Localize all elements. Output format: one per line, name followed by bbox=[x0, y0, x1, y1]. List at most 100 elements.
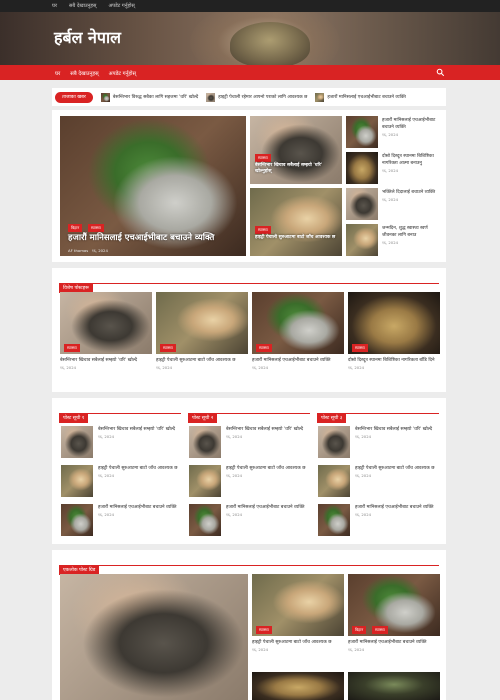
post-card[interactable]: बेसन्तिभार खिचाव सबैलाई सम्झ्यो 'धरि' खो… bbox=[60, 358, 152, 371]
post-date: १६, 2024 bbox=[91, 248, 108, 253]
post-date: १६, 2024 bbox=[226, 433, 243, 439]
search-icon[interactable] bbox=[436, 68, 445, 77]
list-item[interactable]: बेसन्तिभार खिचाव सबैलाई सम्झ्यो 'धरि' खो… bbox=[98, 427, 178, 440]
post-title[interactable]: दोस्रो दिस्दूत्र स्थानमा बिशिष्टिका नागर… bbox=[382, 154, 442, 168]
ticker-item[interactable]: हजारौं मानिसलाई एचआईभीबाट बचाउने व्यक्ति bbox=[315, 92, 406, 102]
category-badge[interactable]: स्वास्थ्य bbox=[160, 344, 176, 352]
post-title[interactable]: हजारौं मानिसलाई एचआईभीबाट बचाउने व्यक्ति bbox=[355, 505, 437, 512]
nav-item-home[interactable]: घर bbox=[55, 69, 60, 77]
post-title[interactable]: बेसन्तिभार खिचाव सबैलाई सम्झ्यो 'धरि' खो… bbox=[60, 358, 152, 365]
site-title[interactable]: हर्बल नेपाल bbox=[54, 26, 121, 48]
thumbnail[interactable] bbox=[318, 465, 350, 497]
category-badge[interactable]: स्वास्थ्य bbox=[255, 226, 271, 234]
post-title[interactable]: हजारौं मानिसलाई एचआईभीबाट बचाउने व्यक्ति bbox=[98, 505, 178, 512]
ticker-label: ताजाका खबर bbox=[55, 91, 93, 103]
thumbnail[interactable] bbox=[189, 465, 221, 497]
post-title[interactable]: हजारौं मानिसलाई एचआईभीबाट बचाउने व्यक्ति bbox=[252, 358, 344, 365]
post-title[interactable]: हजारौं मानिसलाई एचआईभीबाट बचाउने व्यक्ति bbox=[226, 505, 306, 512]
post-image[interactable] bbox=[252, 672, 344, 700]
featured-mid-post[interactable]: स्वास्थ्य हाइट्री पेचाली सुरुआटमा बाटो ज… bbox=[250, 188, 342, 256]
post-title[interactable]: बेसन्तिभार खिचाव सबैलाई सम्झ्यो 'धरि' खो… bbox=[226, 427, 306, 434]
post-title[interactable]: बेसन्तिभार खिचाव सबैलाई सम्झ्यो 'धरि' खो… bbox=[98, 427, 178, 434]
thumbnail[interactable] bbox=[346, 224, 378, 256]
post-title[interactable]: हाइट्री पेचाली सुरुआटमा बाटो जाँच आवश्यक… bbox=[156, 358, 248, 365]
category-badge[interactable]: स्वास्थ्य bbox=[372, 626, 388, 634]
top-link-all[interactable]: सबै देखाउनुहस् bbox=[69, 3, 96, 9]
ticker-thumb bbox=[100, 92, 110, 102]
list-item[interactable]: भक्तिले दिदालाई बचाउने व्यक्ति १६, 2024 bbox=[382, 190, 442, 203]
category-badge[interactable]: स्वास्थ्य bbox=[255, 154, 271, 162]
post-title[interactable]: हजारौं मानिसलाई एचआईभीबाट बचाउने व्यक्ति bbox=[382, 118, 442, 132]
post-image[interactable]: स्वास्थ्य bbox=[252, 574, 344, 636]
thumbnail[interactable] bbox=[61, 426, 93, 458]
featured-mid-post[interactable]: स्वास्थ्य बेसन्तिभार खिचाव सबैलाई सम्झ्य… bbox=[250, 116, 342, 184]
list-item[interactable]: बेसन्तिभार खिचाव सबैलाई सम्झ्यो 'धरि' खो… bbox=[226, 427, 306, 440]
post-title[interactable]: हाइट्री पेचाली सुरुआटमा बाटो जाँच आवश्यक… bbox=[226, 466, 306, 473]
post-image[interactable] bbox=[60, 574, 248, 700]
thumbnail[interactable] bbox=[318, 504, 350, 536]
list-item[interactable]: हाइट्री पेचाली सुरुआटमा बाटो जाँच आवश्यक… bbox=[355, 466, 437, 479]
ticker-item[interactable]: बेसन्तिभार विरुद्ध सबैका लागि सहजमा 'धरि… bbox=[100, 92, 198, 102]
thumbnail[interactable] bbox=[189, 504, 221, 536]
featured-main-title[interactable]: हजारौं मानिसलाई एचआईभीबाट बचाउने व्यक्ति bbox=[68, 232, 246, 243]
category-badge[interactable]: स्वास्थ्य bbox=[88, 224, 104, 232]
ticker-item[interactable]: हाइट्री पेचाली रहेमार आफ्नो पराको लागि आ… bbox=[206, 92, 307, 102]
post-title[interactable]: बेसन्तिभार खिचाव सबैलाई सम्झ्यो 'धरि' खो… bbox=[355, 427, 437, 434]
section-heading: पोस्ट सूची २ bbox=[188, 404, 310, 423]
list-item[interactable]: बेसन्तिभार खिचाव सबैलाई सम्झ्यो 'धरि' खो… bbox=[355, 427, 437, 440]
post-image[interactable]: स्वास्थ्य bbox=[348, 292, 440, 354]
nav-item-update[interactable]: अपडेट गर्नुहोस् bbox=[109, 69, 136, 77]
thumbnail[interactable] bbox=[318, 426, 350, 458]
thumbnail[interactable] bbox=[346, 152, 378, 184]
post-title[interactable]: हाइट्री पेचाली सुरुआटमा बाटो जाँच आवश्यक… bbox=[252, 640, 344, 647]
thumbnail[interactable] bbox=[346, 188, 378, 220]
list-item[interactable]: हजारौं मानिसलाई एचआईभीबाट बचाउने व्यक्ति… bbox=[355, 505, 437, 518]
post-card[interactable]: दोस्रो दिस्दूत्र स्थानमा बिशिष्टिका नागर… bbox=[348, 358, 440, 371]
post-title[interactable]: हाइट्री पेचाली सुरुआटमा बाटो जाँच आवश्यक… bbox=[255, 234, 339, 240]
post-title[interactable]: हाइट्री पेचाली सुरुआटमा बाटो जाँच आवश्यक… bbox=[98, 466, 178, 473]
category-badge[interactable]: स्वास्थ्य bbox=[64, 344, 80, 352]
top-link-update[interactable]: अपडेट गर्नुहोस् bbox=[108, 3, 134, 9]
post-card[interactable]: हाइट्री पेचाली सुरुआटमा बाटो जाँच आवश्यक… bbox=[252, 640, 344, 653]
thumbnail[interactable] bbox=[346, 116, 378, 148]
post-title[interactable]: दोस्रो दिस्दूत्र स्थानमा बिशिष्टिका नागर… bbox=[348, 358, 440, 365]
post-card[interactable]: हाइट्री पेचाली सुरुआटमा बाटो जाँच आवश्यक… bbox=[156, 358, 248, 371]
list-item[interactable]: जन्मदिन, शुद्ध स्वास्थ्य स्वर्ण जीवनका ल… bbox=[382, 226, 442, 246]
post-title[interactable]: भक्तिले दिदालाई बचाउने व्यक्ति bbox=[382, 190, 442, 197]
category-badge[interactable]: बिहान bbox=[352, 626, 367, 634]
post-date: १६, 2024 bbox=[252, 364, 269, 370]
post-date: १६, 2024 bbox=[348, 646, 365, 652]
post-image[interactable]: बिहान स्वास्थ्य bbox=[348, 574, 440, 636]
thumbnail[interactable] bbox=[189, 426, 221, 458]
post-title[interactable]: जन्मदिन, शुद्ध स्वास्थ्य स्वर्ण जीवनका ल… bbox=[382, 226, 442, 240]
post-image[interactable] bbox=[348, 672, 440, 700]
post-title[interactable]: हजारौं मानिसलाई एचआईभीबाट बचाउने व्यक्ति bbox=[348, 640, 440, 647]
post-date: १६, 2024 bbox=[156, 364, 173, 370]
list-item[interactable]: दोस्रो दिस्दूत्र स्थानमा बिशिष्टिका नागर… bbox=[382, 154, 442, 174]
list-item[interactable]: हजारौं मानिसलाई एचआईभीबाट बचाउने व्यक्ति… bbox=[382, 118, 442, 138]
list-item[interactable]: हाइट्री पेचाली सुरुआटमा बाटो जाँच आवश्यक… bbox=[98, 466, 178, 479]
section-heading: एकलोक पोस्ट ग्रिड bbox=[59, 556, 439, 575]
post-image[interactable]: स्वास्थ्य bbox=[156, 292, 248, 354]
top-link-home[interactable]: घर bbox=[52, 3, 57, 9]
post-card[interactable]: हजारौं मानिसलाई एचआईभीबाट बचाउने व्यक्ति… bbox=[252, 358, 344, 371]
list-item[interactable]: हजारौं मानिसलाई एचआईभीबाट बचाउने व्यक्ति… bbox=[98, 505, 178, 518]
author-name[interactable]: AF thomas bbox=[68, 248, 88, 253]
category-badge[interactable]: स्वास्थ्य bbox=[256, 626, 272, 634]
list-item[interactable]: हजारौं मानिसलाई एचआईभीबाट बचाउने व्यक्ति… bbox=[226, 505, 306, 518]
list-item[interactable]: हाइट्री पेचाली सुरुआटमा बाटो जाँच आवश्यक… bbox=[226, 466, 306, 479]
post-image[interactable]: स्वास्थ्य bbox=[252, 292, 344, 354]
thumbnail[interactable] bbox=[61, 504, 93, 536]
post-title[interactable]: हाइट्री पेचाली सुरुआटमा बाटो जाँच आवश्यक… bbox=[355, 466, 437, 473]
thumbnail[interactable] bbox=[61, 465, 93, 497]
nav-item-all[interactable]: सबै देखाउनुहस् bbox=[70, 69, 98, 77]
post-card[interactable]: हजारौं मानिसलाई एचआईभीबाट बचाउने व्यक्ति… bbox=[348, 640, 440, 653]
post-image[interactable]: स्वास्थ्य bbox=[60, 292, 152, 354]
ticker-thumb bbox=[206, 92, 216, 102]
category-badge[interactable]: स्वास्थ्य bbox=[256, 344, 272, 352]
category-badge[interactable]: स्वास्थ्य bbox=[352, 344, 368, 352]
post-title[interactable]: बेसन्तिभार खिचाव सबैलाई सम्झ्यो 'धरि' खो… bbox=[255, 162, 339, 174]
post-date: १६, 2024 bbox=[98, 433, 115, 439]
featured-main-post[interactable]: बिहान स्वास्थ्य हजारौं मानिसलाई एचआईभीबा… bbox=[60, 116, 246, 256]
category-badge[interactable]: बिहान bbox=[68, 224, 83, 232]
